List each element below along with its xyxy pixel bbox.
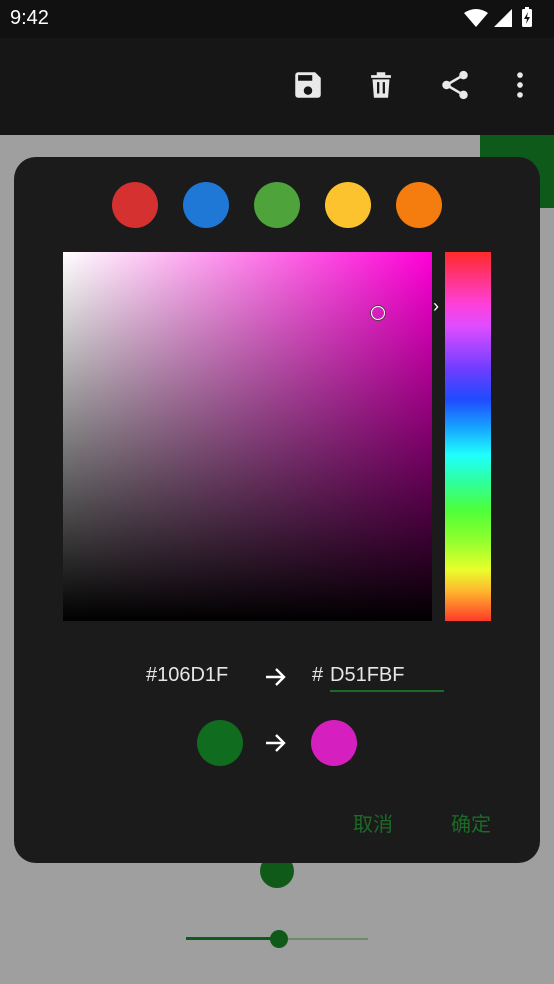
save-button[interactable] bbox=[291, 68, 325, 102]
old-color-swatch bbox=[197, 720, 243, 766]
cancel-button[interactable]: 取消 bbox=[353, 808, 393, 837]
status-bar: 9:42 bbox=[0, 0, 554, 38]
hue-pointer-icon: › bbox=[433, 296, 439, 316]
preset-color-orange[interactable] bbox=[396, 182, 442, 228]
status-icons bbox=[464, 7, 544, 29]
status-time: 9:42 bbox=[10, 7, 49, 29]
hex-prefix: # bbox=[312, 664, 324, 686]
new-color-swatch bbox=[311, 720, 357, 766]
delete-icon bbox=[371, 72, 391, 98]
share-icon bbox=[442, 70, 468, 100]
slider-thumb[interactable] bbox=[270, 930, 288, 948]
save-icon bbox=[295, 72, 321, 98]
preset-color-yellow[interactable] bbox=[325, 182, 371, 228]
old-hex-label: #106D1F bbox=[146, 664, 229, 686]
ok-button[interactable]: 确定 bbox=[451, 808, 491, 837]
hex-input[interactable] bbox=[330, 660, 444, 692]
hue-slider[interactable] bbox=[445, 252, 491, 621]
arrow-right-icon bbox=[266, 668, 286, 686]
wifi-icon bbox=[464, 9, 488, 27]
app-bar bbox=[0, 38, 554, 135]
preset-color-green[interactable] bbox=[254, 182, 300, 228]
preset-color-red[interactable] bbox=[112, 182, 158, 228]
arrow-right-icon bbox=[266, 734, 286, 752]
more-options-button[interactable] bbox=[503, 68, 537, 102]
more-vert-icon bbox=[517, 72, 523, 98]
preset-color-blue[interactable] bbox=[183, 182, 229, 228]
sv-cursor[interactable] bbox=[371, 306, 385, 320]
share-button[interactable] bbox=[438, 68, 472, 102]
signal-icon bbox=[494, 9, 512, 27]
slider-fill bbox=[186, 937, 279, 940]
delete-button[interactable] bbox=[364, 68, 398, 102]
battery-icon bbox=[522, 7, 532, 27]
